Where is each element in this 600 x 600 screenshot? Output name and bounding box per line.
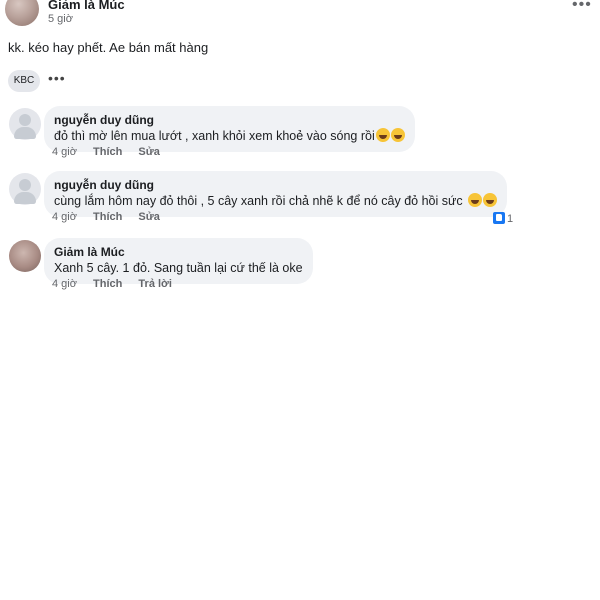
avatar-head <box>19 179 31 191</box>
comment-actions-3: 4 giờ Thích Trả lời <box>52 278 185 290</box>
avatar-head <box>19 114 31 126</box>
avatar-body <box>14 127 36 139</box>
edit-button[interactable]: Sửa <box>138 211 159 223</box>
thumbs-up-icon <box>493 212 505 224</box>
comment-text: cùng lắm hôm nay đỏ thôi , 5 cây xanh rồ… <box>54 193 497 210</box>
chip-more-options-icon[interactable]: ••• <box>48 70 66 86</box>
comment-author[interactable]: nguyễn duy dũng <box>54 112 405 128</box>
comment-actions-1: 4 giờ Thích Sửa <box>52 146 173 158</box>
like-button[interactable]: Thích <box>93 146 122 158</box>
like-button[interactable]: Thích <box>93 211 122 223</box>
post-time[interactable]: 5 giờ <box>48 13 73 25</box>
kbc-chip[interactable]: KBC <box>8 70 40 92</box>
reply-button[interactable]: Trả lời <box>138 278 172 290</box>
post-text: kk. kéo hay phết. Ae bán mất hàng <box>8 40 209 55</box>
comment-author-avatar[interactable] <box>9 240 41 272</box>
post-author-avatar[interactable] <box>5 0 39 26</box>
laughing-tears-emoji-icon <box>482 193 497 207</box>
post-author-name[interactable]: Giảm là Múc <box>48 0 125 12</box>
comment-avatar-generic-icon[interactable] <box>9 108 41 140</box>
laughing-tears-emoji-icon <box>390 128 405 142</box>
comment-time[interactable]: 4 giờ <box>52 146 77 158</box>
comment-text: Xanh 5 cây. 1 đỏ. Sang tuần lại cứ thế l… <box>54 261 303 275</box>
comment-author[interactable]: nguyễn duy dũng <box>54 177 497 193</box>
avatar-body <box>14 192 36 204</box>
comment-avatar-generic-icon[interactable] <box>9 173 41 205</box>
post-more-options-icon[interactable]: ••• <box>572 0 592 14</box>
like-button[interactable]: Thích <box>93 278 122 290</box>
comment-time[interactable]: 4 giờ <box>52 278 77 290</box>
laughing-tears-emoji-icon <box>467 193 482 207</box>
reaction-count[interactable]: 1 <box>493 212 513 225</box>
edit-button[interactable]: Sửa <box>138 146 159 158</box>
laughing-tears-emoji-icon <box>375 128 390 142</box>
comment-actions-2: 4 giờ Thích Sửa <box>52 211 173 223</box>
comment-time[interactable]: 4 giờ <box>52 211 77 223</box>
comment-text: đỏ thì mờ lên mua lướt , xanh khỏi xem k… <box>54 128 405 145</box>
comment-author[interactable]: Giảm là Múc <box>54 244 303 260</box>
